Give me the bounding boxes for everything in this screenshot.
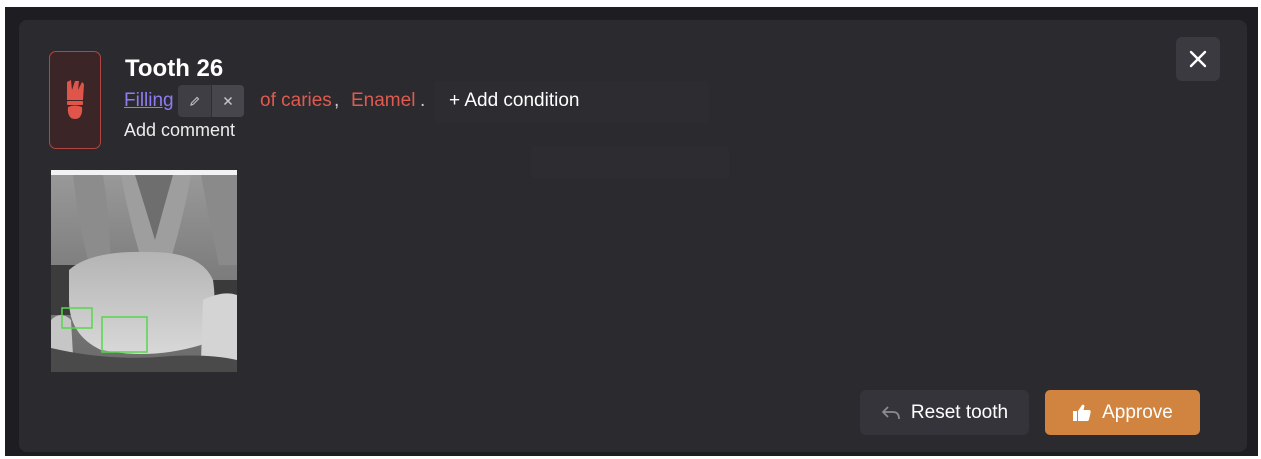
tooth-icon — [67, 80, 84, 119]
condition-terminator: . — [420, 90, 426, 111]
edit-condition-button[interactable] — [178, 85, 211, 117]
reset-tooth-label: Reset tooth — [910, 401, 1009, 423]
condition-caries[interactable]: of caries — [260, 89, 332, 113]
approve-button[interactable]: Approve — [1045, 390, 1200, 435]
close-button[interactable] — [1176, 37, 1220, 81]
tooth-detail-panel: Tooth 26 Filling of caries , Enamel . + … — [19, 20, 1247, 452]
condition-filling[interactable]: Filling — [124, 89, 174, 113]
undo-icon — [882, 405, 900, 419]
approve-label: Approve — [1102, 401, 1173, 423]
tooth-title: Tooth 26 — [125, 55, 224, 82]
add-condition-button[interactable]: + Add condition — [449, 89, 579, 113]
close-icon — [223, 96, 233, 106]
reset-tooth-button[interactable]: Reset tooth — [860, 390, 1029, 435]
page: Tooth 26 Filling of caries , Enamel . + … — [0, 0, 1261, 459]
thumbs-up-icon — [1073, 404, 1091, 421]
condition-separator: , — [334, 90, 340, 111]
tooth-badge — [49, 51, 101, 149]
close-icon — [1189, 50, 1207, 68]
remove-condition-button[interactable] — [211, 85, 244, 117]
condition-enamel[interactable]: Enamel — [351, 89, 415, 113]
dropdown-shadow — [531, 146, 729, 178]
xray-image[interactable] — [51, 170, 237, 372]
pencil-icon — [189, 96, 199, 106]
condition-edit-popover — [178, 85, 244, 117]
add-comment-link[interactable]: Add comment — [124, 120, 235, 141]
